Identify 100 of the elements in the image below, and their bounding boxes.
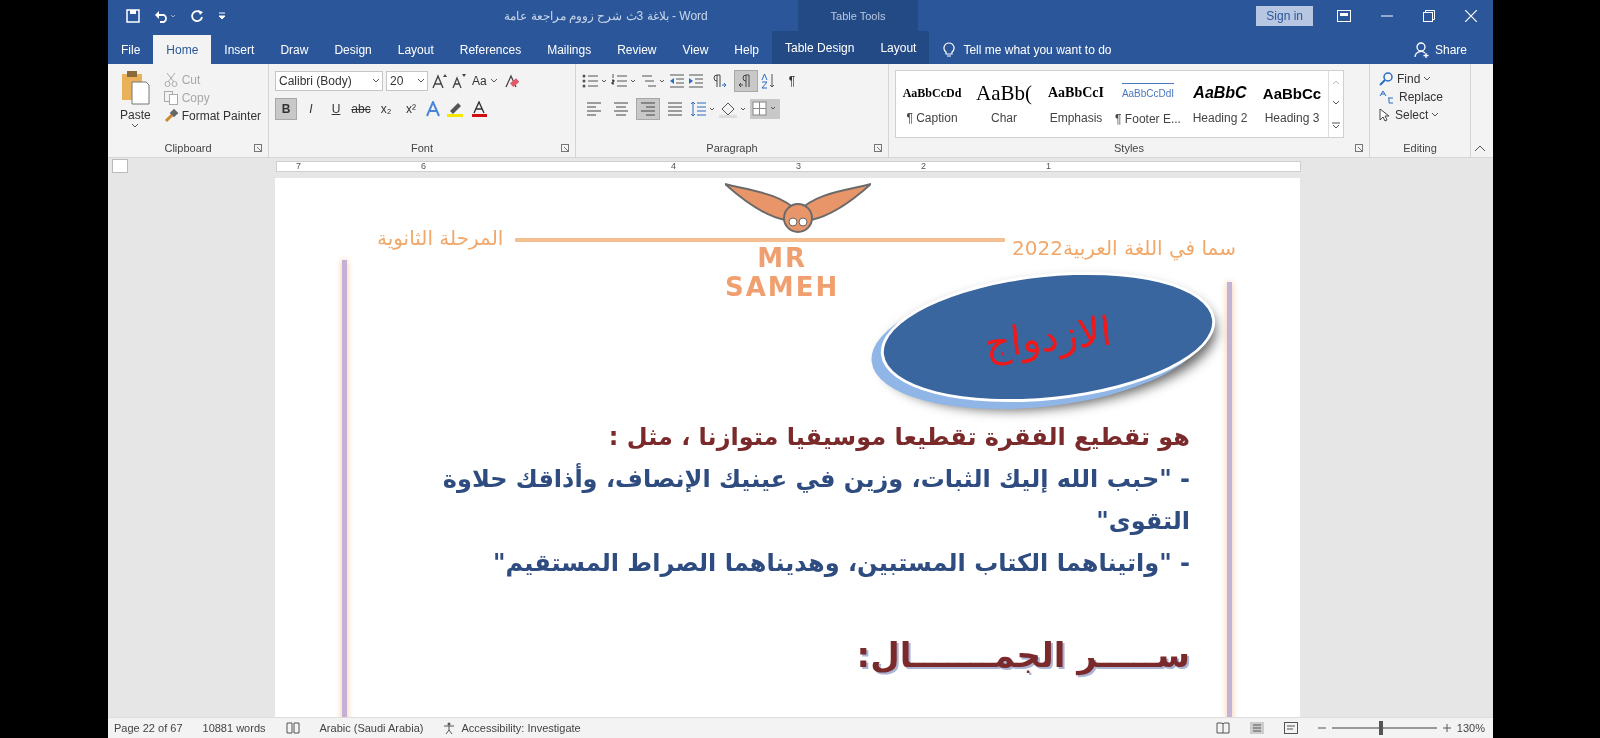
numbering-icon[interactable] — [611, 73, 637, 89]
format-button[interactable]: B — [275, 98, 297, 120]
shading-icon[interactable] — [719, 100, 747, 118]
ruler[interactable]: 7 6 4 3 2 1 — [276, 160, 1301, 172]
paste-button[interactable]: Paste — [114, 68, 157, 139]
right-to-left-icon — [739, 74, 753, 88]
tell-me-field[interactable]: Tell me what you want to do — [963, 42, 1112, 57]
ribbon-tab[interactable]: Table Design — [772, 31, 868, 64]
save-icon[interactable] — [126, 8, 140, 23]
ruler-number: 6 — [421, 161, 427, 171]
web-layout-icon[interactable] — [1283, 722, 1298, 734]
more-styles-icon[interactable] — [1332, 121, 1340, 129]
dialog-launcher-icon[interactable] — [254, 144, 262, 152]
ribbon-tab[interactable]: View — [669, 35, 722, 64]
line-spacing-icon[interactable] — [690, 101, 716, 117]
replace-button[interactable]: Replace — [1376, 89, 1447, 105]
style-item[interactable]: AaBbCcDd ¶ Caption — [896, 71, 968, 137]
word-count[interactable]: 10881 words — [202, 722, 266, 734]
align-justify-icon — [667, 101, 683, 117]
font-size-field[interactable]: 20 — [386, 71, 428, 91]
multilevel-list-icon[interactable] — [640, 73, 666, 89]
ruler-number: 7 — [296, 161, 302, 171]
increase-indent-icon[interactable] — [688, 73, 704, 89]
proofing-icon[interactable] — [285, 722, 300, 734]
ribbon-tab[interactable]: Insert — [211, 35, 268, 64]
style-item[interactable]: AaBbCc Heading 3 — [1256, 71, 1328, 137]
redo-icon[interactable] — [190, 8, 204, 23]
group-label: Editing — [1403, 142, 1437, 154]
format-button[interactable]: U — [325, 98, 347, 120]
print-layout-icon[interactable] — [1249, 722, 1264, 734]
ribbon-tab[interactable]: Layout — [867, 31, 930, 64]
text-effects-icon[interactable] — [425, 101, 443, 117]
read-mode-icon[interactable] — [1215, 722, 1230, 734]
sign-in-button[interactable]: Sign in — [1256, 5, 1313, 26]
ribbon-tab[interactable]: Mailings — [534, 35, 605, 64]
ruler-number: 4 — [671, 161, 677, 171]
collapse-ribbon-icon[interactable] — [1475, 145, 1485, 151]
group-label: Font — [411, 142, 433, 154]
select-button[interactable]: Select — [1376, 107, 1447, 123]
zoom-in-icon[interactable] — [1442, 724, 1451, 732]
show-formatting-marks-button[interactable]: ¶ — [780, 70, 804, 92]
style-item[interactable]: AaBb( Char — [968, 71, 1040, 137]
language-indicator[interactable]: Arabic (Saudi Arabia) — [319, 722, 424, 734]
borders-icon[interactable] — [750, 99, 780, 119]
logo-text: MR — [756, 244, 809, 273]
ribbon-tab[interactable]: Draw — [267, 35, 322, 64]
caret-icon — [418, 79, 424, 83]
ribbon-tab[interactable]: File — [108, 35, 154, 64]
dialog-launcher-icon[interactable] — [1355, 144, 1363, 152]
dialog-launcher-icon[interactable] — [561, 144, 569, 152]
contextual-group-label: Table Tools — [798, 0, 918, 31]
lightbulb-icon — [943, 41, 956, 58]
caret-icon — [373, 79, 379, 83]
replace-icon — [1379, 90, 1395, 104]
group-label: Styles — [1114, 142, 1144, 154]
close-icon[interactable] — [1465, 9, 1477, 22]
page-count[interactable]: Page 22 of 67 — [114, 722, 183, 734]
paintbrush-icon — [163, 109, 178, 123]
clear-formatting-icon[interactable] — [502, 73, 519, 89]
ribbon-tab[interactable]: Review — [604, 35, 670, 64]
style-item[interactable]: AaBbCcDdI ¶ Footer E... — [1112, 71, 1184, 137]
dialog-launcher-icon[interactable] — [874, 144, 882, 152]
find-button[interactable]: Find — [1376, 71, 1447, 87]
ribbon-tab[interactable]: Help — [721, 35, 772, 64]
ribbon-tab[interactable]: Layout — [384, 35, 447, 64]
style-item[interactable]: AaBbC Heading 2 — [1184, 71, 1256, 137]
customize-icon[interactable] — [218, 11, 226, 20]
font-color-icon[interactable] — [471, 101, 489, 117]
decrease-indent-icon[interactable] — [669, 73, 685, 89]
scroll-down-icon[interactable] — [1333, 100, 1339, 105]
sort-icon[interactable] — [761, 73, 777, 89]
scissors-icon — [163, 73, 178, 87]
ribbon-tab[interactable]: Home — [153, 35, 212, 64]
style-preview: AaBbCcDd — [902, 84, 962, 102]
format-button[interactable]: I — [300, 98, 322, 120]
ribbon-display-icon[interactable] — [1337, 9, 1351, 22]
zoom-level[interactable]: 130% — [1456, 722, 1485, 734]
ribbon-tab[interactable]: References — [446, 35, 535, 64]
example-text: - "واتيناهما الكتاب المستبين، وهديناهما الصراط المستقيم" — [492, 548, 1190, 579]
example-text: - "حبب الله إليك الثبات، وزين في عينيك الإنصاف، وأذاقك حلاوة التقوى" — [441, 462, 1190, 537]
right-to-left-button[interactable] — [734, 70, 758, 92]
restore-icon[interactable] — [1423, 9, 1435, 22]
caret-icon — [1432, 113, 1439, 117]
bullets-icon[interactable] — [582, 73, 608, 89]
ribbon-tab[interactable]: Design — [321, 35, 385, 64]
format-button[interactable]: abc — [350, 98, 372, 120]
style-item[interactable]: AaBbCcI Emphasis — [1040, 71, 1112, 137]
ruler-number: 3 — [796, 161, 802, 171]
header-text: سما في اللغة العربية2022 — [1012, 236, 1236, 260]
grow-font-icon[interactable] — [431, 73, 447, 89]
caret-icon — [132, 124, 139, 128]
format-button[interactable]: x₂ — [375, 98, 397, 120]
format-painter-button[interactable]: Format Painter — [160, 108, 265, 124]
change-case-button[interactable]: Aa — [469, 73, 500, 89]
share-button[interactable]: Share — [1407, 35, 1473, 64]
format-button[interactable]: x² — [400, 98, 422, 120]
shrink-font-icon[interactable] — [450, 73, 466, 89]
font-name-field[interactable]: Calibri (Body) — [275, 71, 383, 91]
style-preview: AaBb( — [976, 83, 1032, 103]
accessibility-status[interactable]: Accessibility: Investigate — [443, 722, 581, 734]
